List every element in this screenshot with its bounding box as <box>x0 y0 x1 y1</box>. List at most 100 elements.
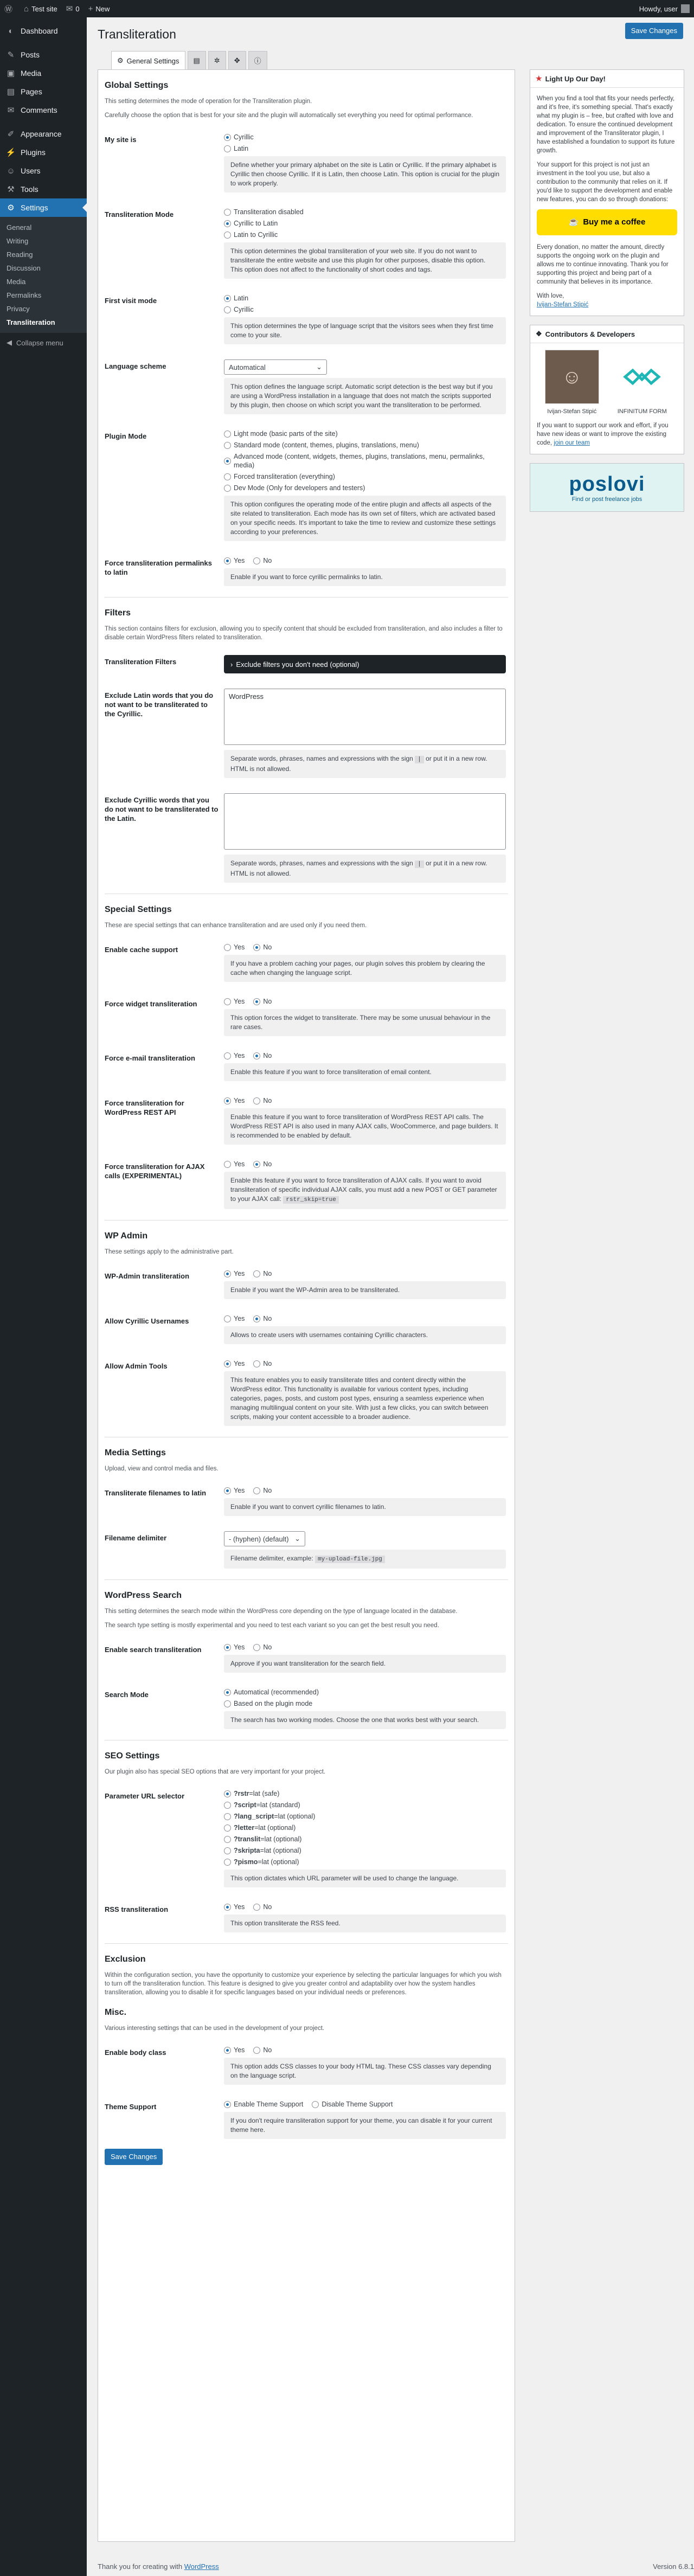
radio-no[interactable]: No <box>253 1051 272 1060</box>
radio-button[interactable] <box>224 306 231 313</box>
radio-button[interactable] <box>253 1360 261 1367</box>
contributor-ivijan[interactable]: ☺ Ivijan-Stefan Stipić <box>544 350 599 416</box>
radio-yes[interactable]: Yes <box>224 1051 245 1060</box>
radio-button[interactable] <box>224 1813 231 1820</box>
site-name-link[interactable]: ⌂ Test site <box>20 0 62 17</box>
radio-button[interactable] <box>253 2046 261 2054</box>
radio-no[interactable]: No <box>253 1359 272 1368</box>
radio-button[interactable] <box>253 1052 261 1059</box>
radio-no[interactable]: No <box>253 2046 272 2054</box>
radio-option[interactable]: Cyrillic to Latin <box>224 219 506 228</box>
menu-plugins[interactable]: ⚡ Plugins <box>0 143 87 162</box>
radio-button[interactable] <box>253 998 261 1005</box>
submenu-transliteration[interactable]: Transliteration <box>0 316 87 329</box>
radio-no[interactable]: No <box>253 1643 272 1652</box>
radio-yes[interactable]: Yes <box>224 1314 245 1323</box>
radio-no[interactable]: No <box>253 556 272 565</box>
save-changes-button-bottom[interactable]: Save Changes <box>105 2149 163 2165</box>
radio-button[interactable] <box>224 998 231 1005</box>
submenu-reading[interactable]: Reading <box>0 248 87 261</box>
radio-button[interactable] <box>224 557 231 564</box>
radio-button[interactable] <box>224 1847 231 1854</box>
radio-button[interactable] <box>224 1643 231 1651</box>
radio-option[interactable]: Transliteration disabled <box>224 208 506 216</box>
radio-button[interactable] <box>224 1487 231 1494</box>
menu-tools[interactable]: ⚒ Tools <box>0 180 87 198</box>
radio-button[interactable] <box>224 1315 231 1322</box>
radio-yes[interactable]: Yes <box>224 1269 245 1278</box>
radio-button[interactable] <box>224 1700 231 1707</box>
radio-option[interactable]: ?script =lat (standard) <box>224 1801 506 1809</box>
radio-yes[interactable]: Yes <box>224 1643 245 1652</box>
radio-button[interactable] <box>224 484 231 492</box>
radio-no[interactable]: No <box>253 943 272 952</box>
submenu-general[interactable]: General <box>0 221 87 234</box>
radio-button[interactable] <box>224 2100 231 2108</box>
menu-comments[interactable]: ✉ Comments <box>0 101 87 119</box>
radio-option[interactable]: Automatical (recommended) <box>224 1688 506 1697</box>
radio-yes[interactable]: Yes <box>224 556 245 565</box>
new-content-link[interactable]: + New <box>84 0 114 17</box>
radio-yes[interactable]: Yes <box>224 997 245 1006</box>
tab-functions[interactable]: ✲ <box>208 51 226 69</box>
radio-button[interactable] <box>253 943 261 951</box>
radio-option[interactable]: Cyrillic <box>224 133 506 142</box>
radio-disable-theme[interactable]: Disable Theme Support <box>312 2100 393 2109</box>
submenu-discussion[interactable]: Discussion <box>0 261 87 275</box>
radio-button[interactable] <box>312 2100 319 2108</box>
radio-button[interactable] <box>224 133 231 141</box>
comments-link[interactable]: ✉ 0 <box>62 0 84 17</box>
radio-button[interactable] <box>224 457 231 465</box>
poslovi-banner[interactable]: poslovi Find or post freelance jobs <box>530 463 684 512</box>
radio-option[interactable]: Advanced mode (content, widgets, themes,… <box>224 452 506 470</box>
tab-shortcodes[interactable]: ▤ <box>187 51 206 69</box>
filters-toggle[interactable]: › Exclude filters you don't need (optiona… <box>224 655 506 673</box>
radio-no[interactable]: No <box>253 1160 272 1168</box>
radio-option[interactable]: Light mode (basic parts of the site) <box>224 429 506 438</box>
radio-button[interactable] <box>224 1270 231 1277</box>
menu-pages[interactable]: ▤ Pages <box>0 82 87 101</box>
radio-no[interactable]: No <box>253 1269 272 1278</box>
wp-logo-icon[interactable]: Ⓦ <box>0 0 20 17</box>
radio-button[interactable] <box>253 1643 261 1651</box>
radio-option[interactable]: Forced transliteration (everything) <box>224 472 506 481</box>
author-link[interactable]: Ivijan-Stefan Stipić <box>537 301 588 308</box>
radio-no[interactable]: No <box>253 1486 272 1495</box>
radio-button[interactable] <box>224 145 231 152</box>
menu-posts[interactable]: ✎ Posts <box>0 46 87 64</box>
tab-info[interactable]: ⓘ <box>248 51 267 69</box>
radio-button[interactable] <box>253 1315 261 1322</box>
radio-button[interactable] <box>253 1160 261 1168</box>
menu-settings[interactable]: ⚙ Settings <box>0 198 87 217</box>
contributor-infinitum[interactable]: INFINITUM FORM <box>615 350 669 416</box>
radio-button[interactable] <box>224 294 231 302</box>
submenu-media[interactable]: Media <box>0 275 87 288</box>
exclude-cyrillic-textarea[interactable] <box>224 793 506 850</box>
tab-tags[interactable]: ✥ <box>228 51 246 69</box>
radio-button[interactable] <box>224 430 231 438</box>
radio-yes[interactable]: Yes <box>224 1160 245 1168</box>
radio-yes[interactable]: Yes <box>224 1096 245 1105</box>
menu-media[interactable]: ▣ Media <box>0 64 87 82</box>
radio-option[interactable]: Cyrillic <box>224 305 506 314</box>
join-team-link[interactable]: join our team <box>554 440 589 446</box>
radio-no[interactable]: No <box>253 1903 272 1911</box>
menu-appearance[interactable]: ✐ Appearance <box>0 125 87 143</box>
radio-button[interactable] <box>224 1903 231 1911</box>
submenu-privacy[interactable]: Privacy <box>0 302 87 316</box>
radio-option[interactable]: ?pismo =lat (optional) <box>224 1858 506 1866</box>
radio-button[interactable] <box>253 557 261 564</box>
wordpress-link[interactable]: WordPress <box>184 2562 219 2571</box>
radio-option[interactable]: Latin <box>224 294 506 303</box>
radio-yes[interactable]: Yes <box>224 943 245 952</box>
buy-me-a-coffee-button[interactable]: ☕ Buy me a coffee <box>537 209 677 235</box>
radio-button[interactable] <box>224 231 231 239</box>
radio-button[interactable] <box>224 1097 231 1104</box>
radio-button[interactable] <box>253 1487 261 1494</box>
radio-button[interactable] <box>224 441 231 449</box>
radio-button[interactable] <box>224 1835 231 1843</box>
radio-no[interactable]: No <box>253 1314 272 1323</box>
radio-option[interactable]: Based on the plugin mode <box>224 1699 506 1708</box>
radio-option[interactable]: ?letter =lat (optional) <box>224 1823 506 1832</box>
radio-yes[interactable]: Yes <box>224 2046 245 2054</box>
